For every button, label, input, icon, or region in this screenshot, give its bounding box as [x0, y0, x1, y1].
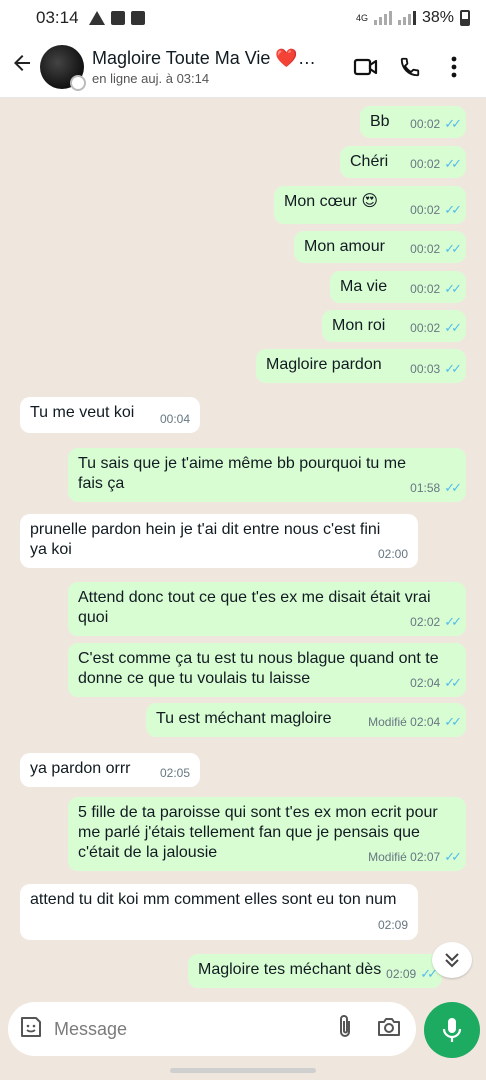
message-text: Ma vie	[340, 278, 388, 295]
edited-label: Modifié	[368, 850, 407, 864]
read-receipt-icon: ✓✓	[444, 281, 462, 296]
message-time: 00:02	[410, 242, 441, 256]
voice-message-button[interactable]	[424, 1002, 480, 1058]
signal-icon	[373, 11, 392, 25]
read-receipt-icon: ✓✓	[444, 849, 462, 864]
message-bubble-outgoing[interactable]: 5 fille de ta paroisse qui sont t'es ex …	[68, 797, 466, 871]
battery-percent: 38%	[421, 9, 454, 26]
message-text: Magloire tes méchant dès	[198, 961, 382, 978]
signal-icon-2	[397, 11, 416, 25]
message-text: attend tu dit koi mm comment elles sont …	[30, 891, 397, 908]
message-bubble-outgoing[interactable]: Attend donc tout ce que t'es ex me disai…	[68, 582, 466, 636]
message-bubble-incoming[interactable]: prunelle pardon hein je t'ai dit entre n…	[20, 514, 418, 568]
read-receipt-icon: ✓✓	[444, 156, 462, 171]
message-time: 00:03	[410, 362, 441, 376]
gallery-notification-icon	[130, 11, 145, 25]
message-time: 02:07	[410, 850, 441, 864]
message-bubble-outgoing[interactable]: Magloire pardon 00:03 ✓✓	[256, 349, 466, 383]
message-bubble-outgoing[interactable]: Mon roi 00:02 ✓✓	[322, 310, 466, 342]
read-receipt-icon: ✓✓	[444, 614, 462, 629]
message-time: 02:09	[386, 967, 417, 981]
message-time: 02:04	[410, 676, 441, 690]
microphone-icon	[442, 1018, 462, 1042]
chat-header: Magloire Toute Ma Vie ❤️🥰... en ligne au…	[0, 36, 486, 98]
message-bubble-incoming[interactable]: Tu me veut koi 00:04	[20, 397, 200, 433]
status-ring-icon	[70, 74, 86, 91]
message-text: Bb	[370, 113, 390, 130]
message-time: 00:02	[410, 157, 441, 171]
contact-info[interactable]: Magloire Toute Ma Vie ❤️🥰... en ligne au…	[92, 48, 344, 86]
message-bubble-outgoing[interactable]: Mon cœur 😍 00:02 ✓✓	[274, 186, 466, 224]
read-receipt-icon: ✓✓	[444, 116, 462, 131]
message-text: Magloire pardon	[266, 356, 382, 373]
video-call-icon[interactable]	[344, 57, 388, 77]
sticker-icon[interactable]	[18, 1014, 44, 1045]
message-time: 02:04	[410, 715, 441, 729]
message-bubble-incoming[interactable]: ya pardon orrr 02:05	[20, 753, 200, 787]
checkbox-notification-icon	[110, 11, 125, 25]
message-bubble-outgoing[interactable]: Ma vie 00:02 ✓✓	[330, 271, 466, 303]
message-time: 00:04	[159, 412, 190, 426]
message-bubble-outgoing[interactable]: Magloire tes méchant dès 02:09 ✓✓	[188, 954, 442, 988]
message-text: Mon roi	[332, 317, 386, 334]
phone-call-icon[interactable]	[388, 56, 432, 78]
back-arrow-icon[interactable]	[10, 51, 36, 82]
message-composer[interactable]: Message	[8, 1002, 416, 1056]
message-text: Mon cœur 😍	[284, 193, 379, 210]
message-text: Tu sais que je t'aime même bb pourquoi t…	[78, 455, 406, 492]
read-receipt-icon: ✓✓	[444, 320, 462, 335]
message-bubble-outgoing[interactable]: Tu sais que je t'aime même bb pourquoi t…	[68, 448, 466, 502]
message-bubble-outgoing[interactable]: Mon amour 00:02 ✓✓	[294, 231, 466, 263]
network-type: 4G	[355, 13, 368, 23]
edited-label: Modifié	[368, 715, 407, 729]
read-receipt-icon: ✓✓	[444, 361, 462, 376]
message-bubble-outgoing[interactable]: Chéri 00:02 ✓✓	[340, 146, 466, 178]
presence-status: en ligne auj. à 03:14	[92, 70, 210, 86]
message-time: 00:02	[410, 203, 441, 217]
status-bar: 03:14 4G 38%	[0, 0, 486, 36]
battery-icon	[460, 10, 470, 26]
message-time: 01:58	[410, 481, 441, 495]
message-time: 02:09	[377, 918, 408, 932]
contact-name: Magloire Toute Ma Vie ❤️🥰...	[92, 47, 332, 68]
double-chevron-down-icon	[445, 953, 459, 968]
read-receipt-icon: ✓✓	[420, 966, 438, 981]
camera-icon[interactable]	[376, 1016, 402, 1043]
message-list[interactable]: Bb 00:02 ✓✓ Chéri 00:02 ✓✓ Mon cœur 😍 00:0…	[0, 98, 486, 998]
read-receipt-icon: ✓✓	[444, 202, 462, 217]
read-receipt-icon: ✓✓	[444, 480, 462, 495]
attach-icon[interactable]	[336, 1014, 354, 1045]
warning-icon	[88, 11, 105, 25]
message-input[interactable]: Message	[54, 1019, 336, 1040]
read-receipt-icon: ✓✓	[444, 675, 462, 690]
message-bubble-outgoing[interactable]: Tu est méchant magloire Modifié 02:04 ✓✓	[146, 703, 466, 737]
more-options-icon[interactable]	[432, 56, 476, 78]
avatar[interactable]	[40, 44, 86, 91]
message-time: 00:02	[410, 321, 441, 335]
message-bubble-outgoing[interactable]: C'est comme ça tu est tu nous blague qua…	[68, 643, 466, 697]
read-receipt-icon: ✓✓	[444, 241, 462, 256]
scroll-to-bottom-button[interactable]	[432, 942, 472, 978]
message-text: Tu me veut koi	[30, 404, 135, 421]
message-time: 02:02	[410, 615, 441, 629]
message-text: Tu est méchant magloire	[156, 710, 332, 727]
status-time: 03:14	[36, 8, 79, 27]
message-bubble-incoming[interactable]: attend tu dit koi mm comment elles sont …	[20, 884, 418, 940]
message-text: Chéri	[350, 153, 389, 170]
message-time: 02:05	[159, 766, 190, 780]
message-text: Attend donc tout ce que t'es ex me disai…	[78, 589, 431, 626]
read-receipt-icon: ✓✓	[444, 714, 462, 729]
message-text: ya pardon orrr	[30, 760, 131, 777]
gesture-bar[interactable]	[170, 1068, 316, 1073]
message-bubble-outgoing[interactable]: Bb 00:02 ✓✓	[360, 106, 466, 138]
message-time: 00:02	[410, 117, 441, 131]
message-time: 00:02	[410, 282, 441, 296]
message-text: Mon amour	[304, 238, 385, 255]
message-text: prunelle pardon hein je t'ai dit entre n…	[30, 521, 381, 558]
message-text: C'est comme ça tu est tu nous blague qua…	[78, 650, 439, 687]
message-time: 02:00	[377, 547, 408, 561]
